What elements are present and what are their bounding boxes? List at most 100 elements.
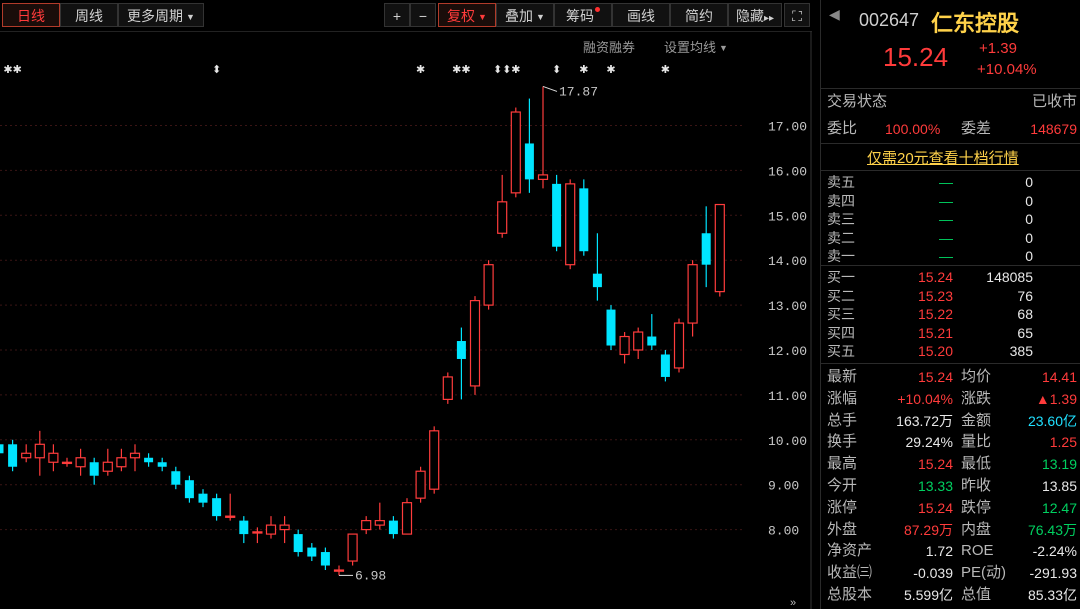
candle[interactable] — [265, 516, 277, 539]
candle[interactable] — [415, 466, 426, 503]
candle[interactable] — [212, 493, 222, 521]
candle[interactable] — [320, 547, 330, 571]
candle-body — [144, 457, 154, 463]
zoom-out-button[interactable]: − — [410, 3, 436, 27]
candle[interactable] — [442, 372, 453, 404]
candle[interactable] — [401, 498, 413, 535]
candle[interactable] — [633, 327, 644, 359]
chevron-down-icon: ▼ — [478, 12, 487, 22]
candle[interactable] — [293, 529, 303, 557]
candle[interactable] — [429, 426, 440, 494]
candle[interactable] — [374, 502, 385, 530]
event-marker-icon[interactable]: ⬍ — [212, 64, 221, 76]
candle[interactable] — [701, 206, 711, 288]
candle[interactable] — [144, 453, 154, 467]
candle[interactable] — [537, 86, 549, 189]
candle[interactable] — [552, 174, 562, 252]
candle[interactable] — [687, 260, 698, 337]
ask-level-5: 卖一 — 0 — [821, 247, 1080, 265]
quote-label: 最低 — [961, 455, 992, 473]
candle[interactable] — [225, 493, 236, 521]
candle-body — [61, 461, 73, 465]
candle[interactable] — [497, 174, 508, 238]
candle[interactable] — [565, 179, 576, 270]
quote-label: 昨收 — [961, 477, 992, 494]
quote-row: 净资产 1.72 ROE -2.24% — [821, 542, 1080, 560]
expand-arrows-icon[interactable]: » — [790, 597, 796, 609]
overlay-dropdown[interactable]: 叠加 ▼ — [496, 3, 554, 27]
weekly-button[interactable]: 周线 — [60, 3, 118, 27]
price-change: +1.39 — [979, 40, 1017, 57]
candle[interactable] — [660, 350, 670, 382]
candle[interactable] — [21, 444, 32, 463]
draw-line-button[interactable]: 画线 — [612, 3, 670, 27]
candle[interactable] — [184, 475, 194, 503]
quote-label: 金额 — [961, 411, 992, 429]
fuquan-dropdown[interactable]: 复权 ▼ — [438, 3, 496, 27]
candle[interactable] — [347, 533, 358, 566]
simple-mode-button[interactable]: 简约 — [670, 3, 728, 27]
candle[interactable] — [116, 448, 127, 472]
candle[interactable] — [647, 314, 657, 350]
candle[interactable] — [34, 430, 45, 476]
more-periods-dropdown[interactable]: 更多周期 ▼ — [118, 3, 204, 27]
candle[interactable] — [48, 444, 59, 472]
zoom-in-button[interactable]: + — [384, 3, 410, 27]
event-marker-icon[interactable]: ✱ — [416, 64, 425, 76]
candlestick-chart[interactable]: ✱✱ ⬍ ✱ ✱✱ ⬍⬍ ✱ ⬍ ✱ ✱ ✱ 17.0016.0015.0014.0013.001… — [0, 31, 812, 609]
candle[interactable] — [157, 457, 167, 472]
candle[interactable] — [388, 516, 398, 539]
candle[interactable] — [0, 435, 4, 457]
quote-value: 13.85 — [1041, 478, 1077, 494]
event-marker-icon[interactable]: ✱✱ — [3, 64, 21, 76]
quote-label: ROE — [961, 542, 994, 560]
candle[interactable] — [171, 466, 181, 490]
candle[interactable] — [606, 305, 616, 350]
candle[interactable] — [102, 448, 113, 476]
candle-body — [21, 452, 32, 459]
candle[interactable] — [619, 332, 630, 364]
candle-body — [307, 547, 317, 557]
quote-label: 总值 — [961, 586, 992, 603]
candle[interactable] — [89, 457, 99, 485]
candle[interactable] — [279, 516, 290, 544]
candle[interactable] — [8, 439, 18, 472]
candle[interactable] — [198, 489, 208, 508]
event-marker-icon[interactable]: ✱ — [606, 64, 615, 76]
candle[interactable] — [239, 516, 249, 544]
candle[interactable] — [714, 203, 725, 297]
candle[interactable] — [510, 107, 521, 198]
candle[interactable] — [456, 327, 466, 400]
trade-status-row: 交易状态 已收市 — [821, 93, 1080, 111]
event-marker-icon[interactable]: ✱ — [511, 64, 520, 76]
candle[interactable] — [469, 296, 481, 395]
candle[interactable] — [61, 457, 73, 467]
candle[interactable] — [673, 318, 685, 373]
daily-button[interactable]: 日线 — [2, 3, 60, 27]
chips-button[interactable]: 筹码 — [554, 3, 612, 27]
candle[interactable] — [361, 516, 372, 535]
back-arrow-icon[interactable]: ◀ — [829, 6, 840, 23]
event-marker-icon[interactable]: ⬍⬍ — [493, 64, 511, 76]
ask-level-4: 卖二 — 0 — [821, 229, 1080, 247]
candles — [0, 86, 725, 576]
candle[interactable] — [75, 448, 86, 476]
candle[interactable] — [483, 260, 494, 310]
candle[interactable] — [333, 565, 345, 576]
level2-promo-link[interactable]: 仅需20元查看十档行情 — [867, 147, 1019, 168]
event-marker-icon[interactable]: ✱ — [579, 64, 588, 76]
candle[interactable] — [307, 543, 317, 562]
candle-body — [660, 354, 670, 377]
candle[interactable] — [524, 98, 534, 193]
hide-button[interactable]: 隐藏▸▸ — [728, 3, 782, 27]
event-marker-icon[interactable]: ✱✱ — [452, 64, 470, 76]
fullscreen-button[interactable]: ⛶ — [784, 3, 810, 27]
candle[interactable] — [579, 179, 589, 256]
quote-value: 12.47 — [1041, 499, 1077, 516]
event-marker-icon[interactable]: ✱ — [661, 64, 670, 76]
candle[interactable] — [592, 233, 602, 301]
candle-body — [483, 264, 494, 306]
candle[interactable] — [129, 444, 141, 472]
order-ratio-row: 委比 100.00% 委差 148679 — [821, 120, 1080, 138]
event-marker-icon[interactable]: ⬍ — [552, 64, 561, 76]
